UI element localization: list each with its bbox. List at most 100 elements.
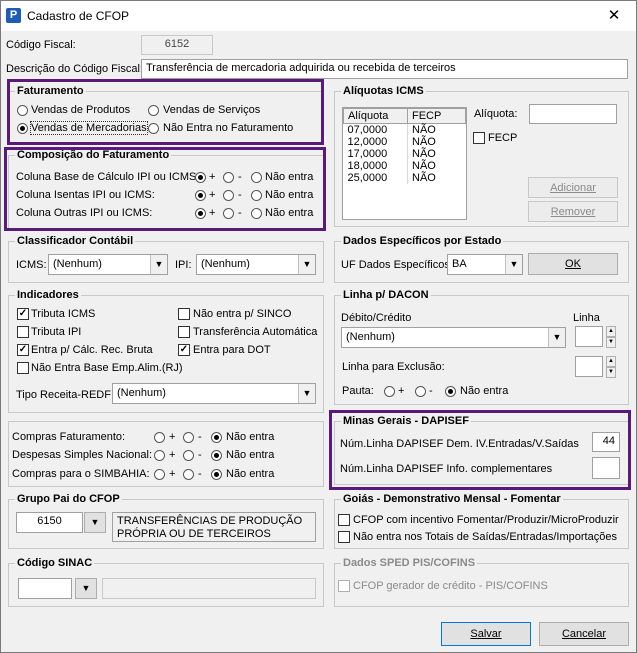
chevron-down-icon[interactable]: ▼ [84, 512, 106, 533]
dacon-title: Linha p/ DACON [343, 289, 429, 301]
tributa-ipi-checkbox[interactable] [17, 326, 29, 338]
icms-select[interactable]: (Nenhum) ▼ [48, 254, 168, 275]
spin-down-icon[interactable]: ▼ [606, 367, 616, 378]
debito-credito-select[interactable]: (Nenhum) ▼ [341, 327, 566, 348]
close-icon[interactable]: ✕ [599, 5, 629, 27]
ipi-select[interactable]: (Nenhum) ▼ [196, 254, 316, 275]
compras-faturamento-minus-label: - [198, 431, 202, 443]
chevron-down-icon[interactable]: ▼ [150, 255, 167, 274]
tipo-receita-select[interactable]: (Nenhum) ▼ [112, 383, 316, 404]
radio-compras-faturamento-plus[interactable] [154, 432, 165, 443]
radio-despesas-minus[interactable] [183, 450, 194, 461]
fomentar-checkbox[interactable] [338, 514, 350, 526]
codigo-fiscal-field[interactable]: 6152 [141, 35, 213, 55]
sped-credito-checkbox[interactable] [338, 580, 350, 592]
tributa-ipi-label: Tributa IPI [31, 326, 82, 338]
aliquota-column-header[interactable]: Alíquota [343, 108, 408, 124]
title-bar: P Cadastro de CFOP ✕ [1, 1, 636, 31]
ipi-value: (Nenhum) [201, 258, 250, 270]
radio-despesas-plus[interactable] [154, 450, 165, 461]
chevron-down-icon[interactable]: ▼ [548, 328, 565, 347]
window-title: Cadastro de CFOP [27, 9, 130, 23]
sinac-code-field[interactable] [18, 578, 72, 599]
grupo-pai-title: Grupo Pai do CFOP [17, 493, 120, 505]
radio-simbahia-none[interactable] [211, 469, 222, 480]
fecp-checkbox[interactable] [473, 132, 485, 144]
ok-label: OK [565, 258, 581, 270]
entra-dot-checkbox[interactable]: ✓ [178, 344, 190, 356]
spin-up-icon[interactable]: ▲ [606, 326, 616, 337]
cancelar-button[interactable]: Cancelar [539, 622, 629, 646]
radio-simbahia-minus[interactable] [183, 469, 194, 480]
radio-pauta-plus[interactable] [384, 386, 395, 397]
sinac-title: Código SINAC [17, 557, 93, 569]
table-row[interactable]: 17,0000 NÃO [343, 148, 466, 160]
spin-up-icon[interactable]: ▲ [606, 356, 616, 367]
codigo-fiscal-label: Código Fiscal: [6, 39, 76, 51]
chevron-down-icon[interactable]: ▼ [298, 255, 315, 274]
radio-despesas-none[interactable] [211, 450, 222, 461]
uf-select[interactable]: BA ▼ [447, 254, 523, 275]
adicionar-label: Adicionar [550, 182, 596, 194]
fecp-cell: NÃO [412, 160, 436, 172]
chevron-down-icon[interactable]: ▼ [298, 384, 315, 403]
radio-pauta-minus[interactable] [415, 386, 426, 397]
tipo-receita-label: Tipo Receita-REDF: [16, 389, 115, 401]
tributa-icms-checkbox[interactable]: ✓ [17, 308, 29, 320]
highlight-minas [329, 410, 631, 490]
pauta-plus-label: + [398, 385, 405, 397]
linha-spinner[interactable]: ▲ ▼ [606, 326, 616, 348]
calc-rec-bruta-checkbox[interactable]: ✓ [17, 344, 29, 356]
aliquota-cell: 12,0000 [343, 136, 408, 148]
sped-title: Dados SPED PIS/COFINS [343, 557, 476, 569]
table-row[interactable]: 12,0000 NÃO [343, 136, 466, 148]
nao-entra-sinco-label: Não entra p/ SINCO [193, 308, 292, 320]
radio-compras-faturamento-none[interactable] [211, 432, 222, 443]
fecp-column-header[interactable]: FECP [407, 108, 466, 124]
app-icon: P [6, 8, 21, 23]
descricao-field[interactable]: Transferência de mercadoria adquirida ou… [141, 59, 628, 79]
cfop-window: P Cadastro de CFOP ✕ Código Fiscal: 6152… [0, 0, 637, 653]
ok-button[interactable]: OK [528, 253, 618, 275]
transferencia-automatica-checkbox[interactable] [178, 326, 190, 338]
chevron-down-icon[interactable]: ▼ [505, 255, 522, 274]
table-row[interactable]: 07,0000 NÃO [343, 123, 466, 136]
aliquotas-title: Alíquotas ICMS [343, 85, 424, 97]
linha-exclusao-spinner[interactable]: ▲ ▼ [606, 356, 616, 378]
uf-label: UF Dados Específicos: [341, 259, 453, 271]
adicionar-button[interactable]: Adicionar [528, 177, 618, 198]
chevron-down-icon[interactable]: ▼ [75, 578, 97, 599]
salvar-button[interactable]: Salvar [441, 622, 531, 646]
goias-title: Goiás - Demonstrativo Mensal - Fomentar [343, 493, 561, 505]
table-row[interactable]: 18,0000 NÃO [343, 160, 466, 172]
radio-compras-faturamento-minus[interactable] [183, 432, 194, 443]
fecp-cell: NÃO [412, 172, 436, 184]
highlight-composicao [4, 147, 326, 231]
aliquota-cell: 17,0000 [343, 148, 408, 160]
nao-entra-base-emp-checkbox[interactable] [17, 362, 29, 374]
compras-simbahia-label: Compras para o SIMBAHIA: [12, 468, 150, 480]
linha-exclusao-input[interactable] [575, 356, 603, 377]
radio-simbahia-plus[interactable] [154, 469, 165, 480]
aliquotas-grid[interactable]: Alíquota FECP 07,0000 NÃO 12,0000 NÃO 17,0… [342, 107, 467, 220]
entra-dot-label: Entra para DOT [193, 344, 271, 356]
aliquota-cell: 07,0000 [343, 123, 408, 136]
spin-down-icon[interactable]: ▼ [606, 337, 616, 348]
linha-input[interactable] [575, 326, 603, 347]
simbahia-none-label: Não entra [226, 468, 275, 480]
sped-credito-label: CFOP gerador de crédito - PIS/COFINS [353, 580, 548, 592]
tipo-receita-value: (Nenhum) [117, 387, 166, 399]
despesas-plus-label: + [169, 449, 176, 461]
classificador-title: Classificador Contábil [17, 235, 134, 247]
icms-value: (Nenhum) [53, 258, 102, 270]
nao-entra-totais-checkbox[interactable] [338, 531, 350, 543]
nao-entra-sinco-checkbox[interactable] [178, 308, 190, 320]
radio-pauta-none[interactable] [445, 386, 456, 397]
table-row[interactable]: 25,0000 NÃO [343, 172, 466, 184]
debito-credito-label: Débito/Crédito [341, 312, 412, 324]
highlight-faturamento [7, 79, 324, 145]
aliquota-input[interactable] [529, 104, 617, 124]
grupo-pai-code-field[interactable]: 6150 [16, 512, 83, 533]
aliquota-cell: 25,0000 [343, 172, 408, 184]
remover-button[interactable]: Remover [528, 201, 618, 222]
